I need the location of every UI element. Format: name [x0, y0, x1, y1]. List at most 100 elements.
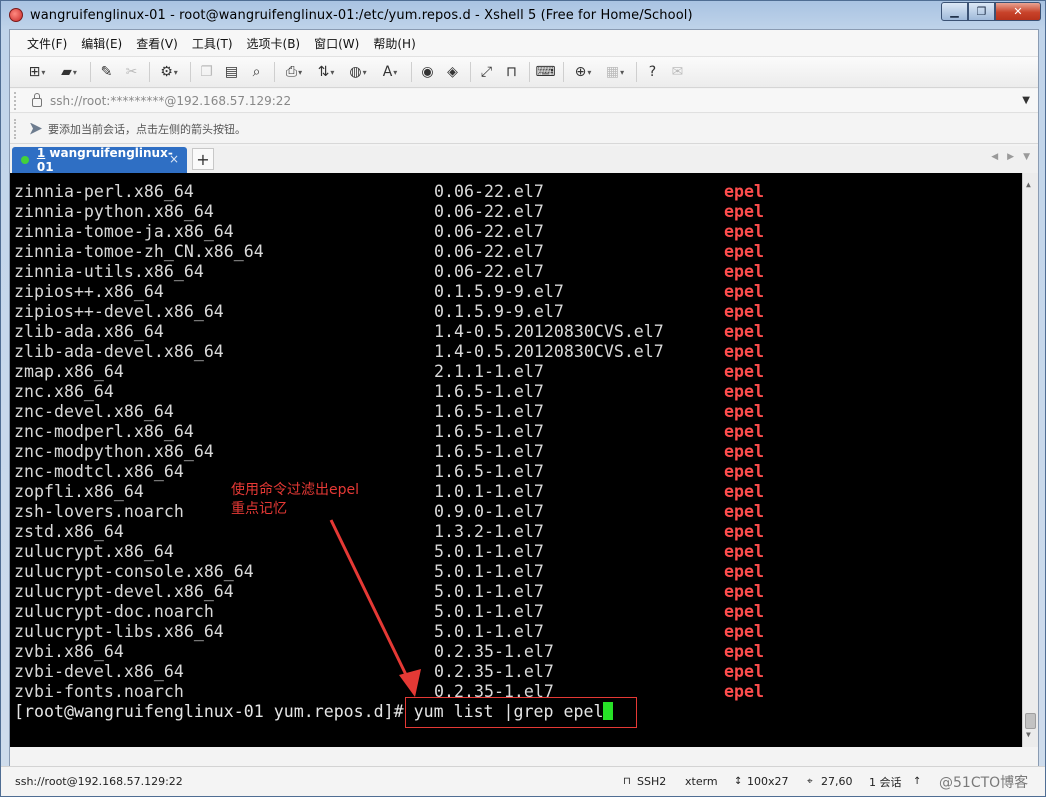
menu-edit[interactable]: 编辑(E): [74, 35, 129, 52]
package-repo: epel: [724, 262, 764, 281]
maximize-button[interactable]: ❐: [968, 2, 995, 21]
terminal-row: zinnia-perl.x86_64 0.06-22.el7 epel: [14, 182, 1014, 202]
package-repo: epel: [724, 362, 764, 381]
terminal-row: zinnia-tomoe-zh_CN.x86_64 0.06-22.el7 epel: [14, 242, 1014, 262]
chat-icon[interactable]: ✉: [668, 63, 687, 82]
menu-window[interactable]: 窗口(W): [307, 35, 366, 52]
fullscreen-icon[interactable]: ⤢: [477, 63, 496, 82]
add-tab-icon[interactable]: ⊕: [570, 63, 596, 82]
scroll-up-icon[interactable]: ▲: [1026, 175, 1031, 195]
menu-file[interactable]: 文件(F): [20, 35, 74, 52]
watermark: @51CTO博客: [939, 774, 1029, 791]
package-repo: epel: [724, 382, 764, 401]
connect-icon[interactable]: ✎: [97, 63, 116, 82]
hint-grip[interactable]: [14, 118, 22, 139]
package-name: zmap.x86_64: [14, 362, 124, 381]
status-cursor: 27,60: [821, 775, 853, 788]
package-repo: epel: [724, 442, 764, 461]
properties-icon[interactable]: ⚙: [156, 63, 182, 82]
terminal[interactable]: zinnia-perl.x86_64 0.06-22.el7 epel zinnia-…: [10, 173, 1038, 747]
tab-list-icon[interactable]: ▼: [1023, 152, 1030, 162]
package-repo: epel: [724, 282, 764, 301]
terminal-row: zlib-ada.x86_64 1.4-0.5.20120830CVS.el7 ep…: [14, 322, 1014, 342]
help-icon[interactable]: ?: [643, 63, 662, 82]
package-name: zipios++.x86_64: [14, 282, 164, 301]
connected-status-icon: [21, 156, 29, 164]
package-version: 0.1.5.9-9.el7: [434, 302, 564, 321]
terminal-output: zinnia-perl.x86_64 0.06-22.el7 epel zinnia-…: [14, 182, 1014, 722]
find-icon[interactable]: ⌕: [247, 63, 266, 82]
terminal-row: znc-modpython.x86_64 1.6.5-1.el7 epel: [14, 442, 1014, 462]
package-name: znc-modtcl.x86_64: [14, 462, 184, 481]
menu-view[interactable]: 查看(V): [129, 35, 185, 52]
title-bar[interactable]: wangruifenglinux-01 - root@wangruifengli…: [1, 1, 1045, 29]
package-name: zipios++-devel.x86_64: [14, 302, 224, 321]
menu-bar: 文件(F) 编辑(E) 查看(V) 工具(T) 选项卡(B) 窗口(W) 帮助(…: [10, 30, 1038, 56]
package-version: 1.4-0.5.20120830CVS.el7: [434, 342, 664, 361]
tab-navigation: ◀ ▶ ▼: [982, 152, 1030, 162]
package-name: zopfli.x86_64: [14, 482, 144, 501]
menu-help[interactable]: 帮助(H): [366, 35, 422, 52]
menu-tools[interactable]: 工具(T): [185, 35, 240, 52]
menu-tabs[interactable]: 选项卡(B): [240, 35, 308, 52]
toolbar-separator: [411, 62, 412, 82]
copy-icon[interactable]: ❐: [197, 63, 216, 82]
disconnect-icon[interactable]: ✂: [122, 63, 141, 82]
package-name: znc-modpython.x86_64: [14, 442, 214, 461]
package-name: zlib-ada-devel.x86_64: [14, 342, 224, 361]
globe-icon[interactable]: ◍: [345, 63, 371, 82]
address-bar: ▼: [10, 89, 1038, 113]
package-repo: epel: [724, 562, 764, 581]
scroll-down-icon[interactable]: ▼: [1026, 725, 1031, 745]
lock-status-icon: ⊓: [623, 776, 631, 787]
package-name: zinnia-tomoe-ja.x86_64: [14, 222, 234, 241]
package-version: 0.2.35-1.el7: [434, 662, 554, 681]
print-icon[interactable]: ⎙: [281, 63, 307, 82]
package-name: znc-devel.x86_64: [14, 402, 174, 421]
terminal-row: zulucrypt-devel.x86_64 5.0.1-1.el7 epel: [14, 582, 1014, 602]
tab-next-icon[interactable]: ▶: [1007, 152, 1014, 162]
tab-session[interactable]: 1 wangruifenglinux-01 ×: [12, 146, 187, 174]
open-folder-icon[interactable]: ▰: [56, 63, 82, 82]
package-name: znc.x86_64: [14, 382, 114, 401]
size-icon: ↕: [734, 776, 743, 787]
toolbar-separator: [190, 62, 191, 82]
script-icon[interactable]: ◉: [418, 63, 437, 82]
close-button[interactable]: ✕: [995, 2, 1041, 21]
sessions-arrow-icon[interactable]: ↑: [913, 776, 921, 787]
layout-icon[interactable]: ▦: [602, 63, 628, 82]
terminal-scrollbar[interactable]: ▲ ▼: [1022, 173, 1038, 747]
package-version: 2.1.1-1.el7: [434, 362, 544, 381]
terminal-row: zvbi-devel.x86_64 0.2.35-1.el7 epel: [14, 662, 1014, 682]
package-name: zulucrypt-libs.x86_64: [14, 622, 224, 641]
font-icon[interactable]: A: [377, 63, 403, 82]
add-session-arrow-icon[interactable]: [30, 122, 42, 135]
tab-prev-icon[interactable]: ◀: [991, 152, 998, 162]
package-version: 0.06-22.el7: [434, 222, 544, 241]
lock-screen-icon[interactable]: ⊓: [502, 63, 521, 82]
package-repo: epel: [724, 522, 764, 541]
terminal-row: zmap.x86_64 2.1.1-1.el7 epel: [14, 362, 1014, 382]
terminal-row: zipios++.x86_64 0.1.5.9-9.el7 epel: [14, 282, 1014, 302]
address-input[interactable]: [50, 93, 950, 108]
tab-close-icon[interactable]: ×: [169, 152, 179, 166]
xftp-icon[interactable]: ◈: [443, 63, 462, 82]
package-version: 0.06-22.el7: [434, 262, 544, 281]
transfer-icon[interactable]: ⇅: [313, 63, 339, 82]
package-name: zulucrypt-console.x86_64: [14, 562, 254, 581]
tab-title: wangruifenglinux-01: [36, 146, 173, 174]
paste-icon[interactable]: ▤: [222, 63, 241, 82]
minimize-button[interactable]: ▁: [941, 2, 968, 21]
new-session-icon[interactable]: ⊞: [24, 63, 50, 82]
terminal-row: zulucrypt-libs.x86_64 5.0.1-1.el7 epel: [14, 622, 1014, 642]
address-dropdown-icon[interactable]: ▼: [1022, 95, 1030, 106]
package-name: zinnia-python.x86_64: [14, 202, 214, 221]
package-version: 1.3.2-1.el7: [434, 522, 544, 541]
toolbar-separator: [563, 62, 564, 82]
new-tab-button[interactable]: +: [192, 148, 214, 170]
package-name: zulucrypt.x86_64: [14, 542, 174, 561]
address-grip[interactable]: [14, 91, 22, 110]
package-version: 0.06-22.el7: [434, 242, 544, 261]
keyboard-icon[interactable]: ⌨: [535, 63, 555, 82]
tab-bar: 1 wangruifenglinux-01 × + ◀ ▶ ▼: [10, 146, 1038, 174]
